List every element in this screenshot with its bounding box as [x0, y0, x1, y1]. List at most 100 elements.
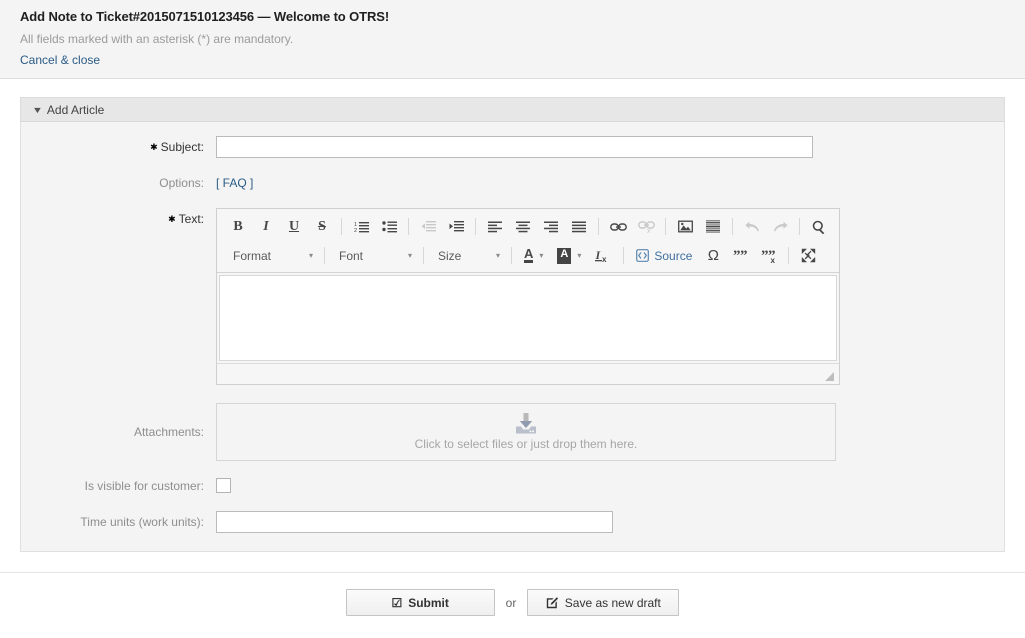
- format-dropdown[interactable]: Format ▾: [225, 243, 320, 268]
- bulleted-list-icon[interactable]: [376, 214, 402, 239]
- font-dropdown-label: Font: [339, 248, 364, 263]
- chevron-down-icon: ▾: [577, 251, 582, 260]
- visible-for-customer-checkbox[interactable]: [216, 478, 231, 493]
- toolbar-separator: [341, 218, 342, 235]
- attachment-dropzone[interactable]: Click to select files or just drop them …: [216, 403, 836, 461]
- mandatory-star-icon: ✱: [168, 214, 176, 224]
- source-button[interactable]: Source: [630, 243, 698, 268]
- editor-resize-handle[interactable]: [825, 372, 834, 381]
- numbered-list-icon[interactable]: 1 2: [348, 214, 374, 239]
- faq-link[interactable]: [ FAQ ]: [216, 176, 253, 190]
- source-button-label: Source: [654, 248, 693, 263]
- download-tray-icon: [515, 413, 537, 434]
- editor-footer-bar: [217, 363, 839, 384]
- chevron-down-icon: ▾: [308, 251, 313, 260]
- svg-text:”: ”: [740, 249, 748, 263]
- page-title: Add Note to Ticket#2015071510123456 — We…: [20, 9, 390, 24]
- or-label: or: [505, 595, 517, 610]
- visible-for-customer-row: Is visible for customer:: [21, 475, 1004, 497]
- subject-field-wrap: [216, 136, 1004, 158]
- save-as-new-draft-button[interactable]: Save as new draft: [527, 589, 680, 616]
- save-as-new-draft-button-label: Save as new draft: [564, 595, 661, 610]
- justify-icon[interactable]: [566, 214, 592, 239]
- attachments-label: Attachments:: [133, 425, 204, 439]
- subject-label-text: Subject:: [160, 140, 204, 154]
- indent-icon[interactable]: [443, 214, 469, 239]
- align-center-icon[interactable]: [510, 214, 536, 239]
- time-units-row: Time units (work units):: [21, 511, 1004, 533]
- rich-text-editor: B I U S 1 2 x Format ▾ Font ▾ Size ▾ A ▾…: [216, 208, 840, 385]
- options-label: Options:: [159, 176, 204, 190]
- svg-text:I: I: [595, 248, 602, 262]
- outdent-icon: [415, 214, 441, 239]
- font-dropdown[interactable]: Font ▾: [331, 243, 419, 268]
- link-icon[interactable]: [605, 214, 631, 239]
- chevron-down-icon: ▾: [407, 251, 412, 260]
- text-label: ✱ Text:: [21, 208, 216, 230]
- time-units-input[interactable]: [216, 511, 613, 533]
- pencil-square-icon: [546, 596, 559, 609]
- time-units-field-wrap: [216, 511, 1004, 533]
- toolbar-separator: [788, 247, 790, 264]
- add-article-panel-body: ✱ Subject: Options: [ FAQ ] ✱ Text: B I …: [21, 122, 1004, 551]
- image-icon[interactable]: [672, 214, 698, 239]
- underline-icon[interactable]: U: [281, 214, 307, 239]
- text-label-text: Text:: [178, 212, 204, 226]
- visible-for-customer-field-wrap: [216, 475, 1004, 493]
- submit-button[interactable]: ☑ Submit: [345, 589, 495, 616]
- insert-quote-icon[interactable]: ” ”: [728, 243, 754, 268]
- text-color-icon[interactable]: A ▾: [518, 243, 549, 268]
- text-row: ✱ Text: B I U S 1 2 x Format ▾ Font ▾ Si…: [21, 208, 1004, 385]
- options-field-wrap: [ FAQ ]: [216, 172, 1004, 194]
- align-right-icon[interactable]: [538, 214, 564, 239]
- size-dropdown[interactable]: Size ▾: [430, 243, 507, 268]
- toolbar-separator: [598, 218, 599, 235]
- subject-input[interactable]: [216, 136, 813, 158]
- subject-label: ✱ Subject:: [21, 136, 216, 158]
- svg-text:2: 2: [354, 228, 357, 233]
- toolbar-separator: [324, 247, 325, 264]
- mandatory-fields-note: All fields marked with an asterisk (*) a…: [20, 32, 294, 46]
- undo-icon: [739, 214, 765, 239]
- visible-for-customer-label: Is visible for customer:: [84, 479, 204, 493]
- maximize-icon[interactable]: [795, 243, 821, 268]
- chevron-down-icon: ▾: [539, 251, 544, 260]
- toolbar-separator: [799, 218, 800, 235]
- editor-content-area[interactable]: [219, 275, 837, 361]
- attachment-dropzone-text: Click to select files or just drop them …: [414, 437, 638, 451]
- svg-text:x: x: [647, 228, 651, 233]
- editor-toolbar-row-2: Format ▾ Font ▾ Size ▾ A ▾ A ▾ I x Sourc…: [219, 241, 837, 270]
- text-color-letter: A: [524, 246, 534, 263]
- horizontal-rule-icon[interactable]: [700, 214, 726, 239]
- time-units-label: Time units (work units):: [80, 515, 204, 529]
- editor-toolbar-row-1: B I U S 1 2 x: [219, 212, 837, 241]
- toolbar-separator: [511, 247, 512, 264]
- special-character-icon[interactable]: Ω: [700, 243, 726, 268]
- attachments-field-wrap: Click to select files or just drop them …: [216, 403, 1004, 461]
- align-left-icon[interactable]: [482, 214, 508, 239]
- chevron-down-icon: ▾: [495, 251, 500, 260]
- page-header: Add Note to Ticket#2015071510123456 — We…: [0, 0, 1025, 79]
- format-dropdown-label: Format: [233, 248, 272, 263]
- strikethrough-icon[interactable]: S: [309, 214, 335, 239]
- subject-row: ✱ Subject:: [21, 136, 1004, 158]
- toolbar-separator: [475, 218, 476, 235]
- italic-icon[interactable]: I: [253, 214, 279, 239]
- toolbar-separator: [623, 247, 625, 264]
- remove-format-icon[interactable]: I x: [589, 243, 617, 268]
- bold-icon[interactable]: B: [225, 214, 251, 239]
- mandatory-star-icon: ✱: [150, 142, 158, 152]
- add-article-panel-title: Add Article: [46, 103, 105, 117]
- size-dropdown-label: Size: [438, 248, 462, 263]
- collapse-triangle-icon[interactable]: ▼: [32, 98, 43, 123]
- unlink-icon: x: [633, 214, 659, 239]
- background-color-icon[interactable]: A ▾: [551, 243, 587, 268]
- toolbar-separator: [732, 218, 733, 235]
- remove-quote-icon[interactable]: ” ” x: [756, 243, 782, 268]
- toolbar-separator: [665, 218, 666, 235]
- find-icon[interactable]: [806, 214, 832, 239]
- add-article-panel-header[interactable]: ▼ Add Article: [20, 97, 1005, 122]
- redo-icon: [767, 214, 793, 239]
- cancel-and-close-link[interactable]: Cancel & close: [20, 53, 100, 67]
- background-color-letter: A: [557, 247, 572, 264]
